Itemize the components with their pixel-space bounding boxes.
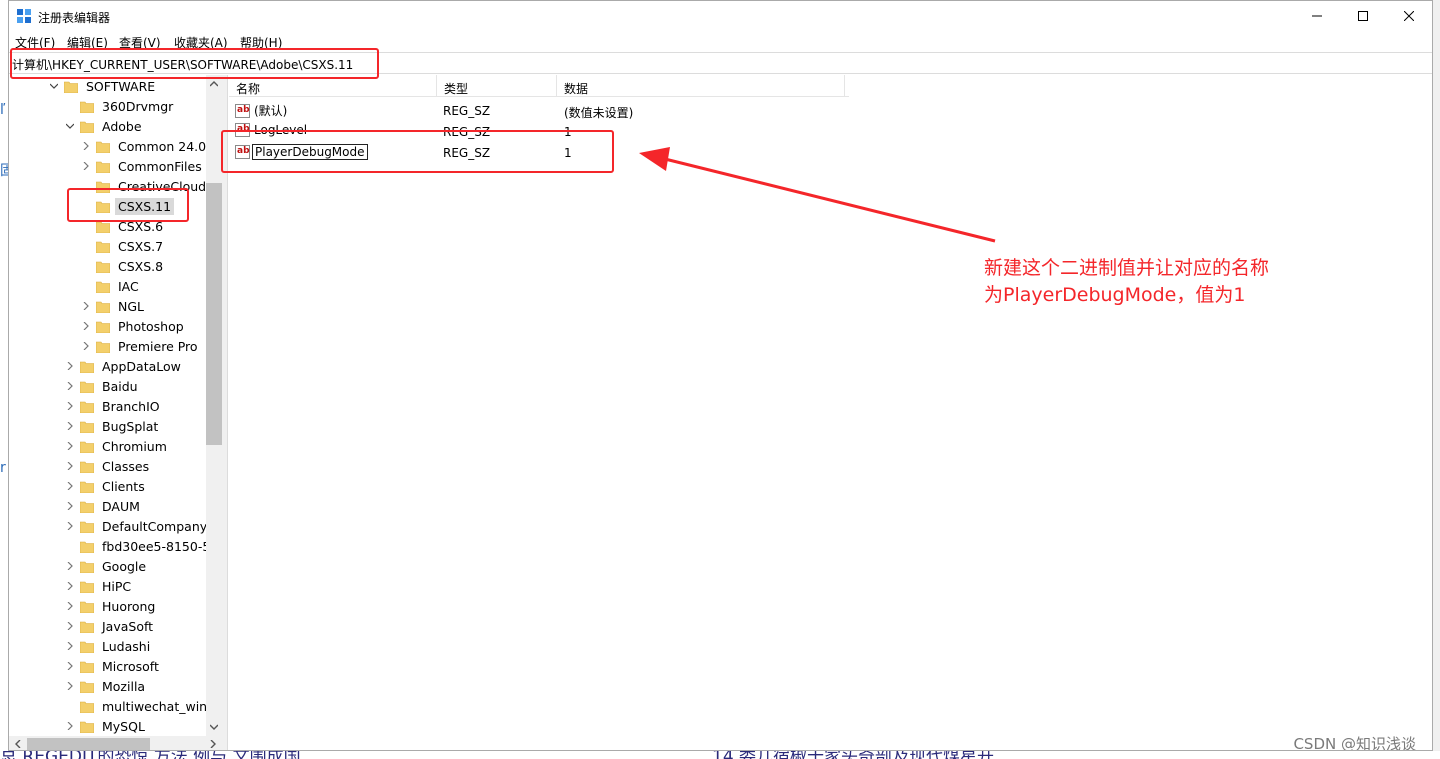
annotation-line-1: 新建这个二进制值并让对应的名称: [984, 257, 1270, 279]
watermark: CSDN @知识浅谈: [1293, 735, 1416, 751]
annotation-line-2: 为PlayerDebugMode，值为1: [984, 284, 1246, 306]
regedit-window: 注册表编辑器 文件(F) 编辑(E) 查看(V) 收藏夹(A) 帮助(H) 计算…: [8, 0, 1433, 751]
annotation-arrow-icon: [639, 147, 996, 243]
annotation-text: 新建这个二进制值并让对应的名称 为PlayerDebugMode，值为1: [984, 255, 1344, 309]
background-window-edge: ľ固r: [0, 0, 14, 759]
background-page-strip: 总 REGEDIT的恐惊 方法 例与 文围成国 14 委几宿椒十家头奇剖及现代煤…: [0, 751, 1440, 759]
